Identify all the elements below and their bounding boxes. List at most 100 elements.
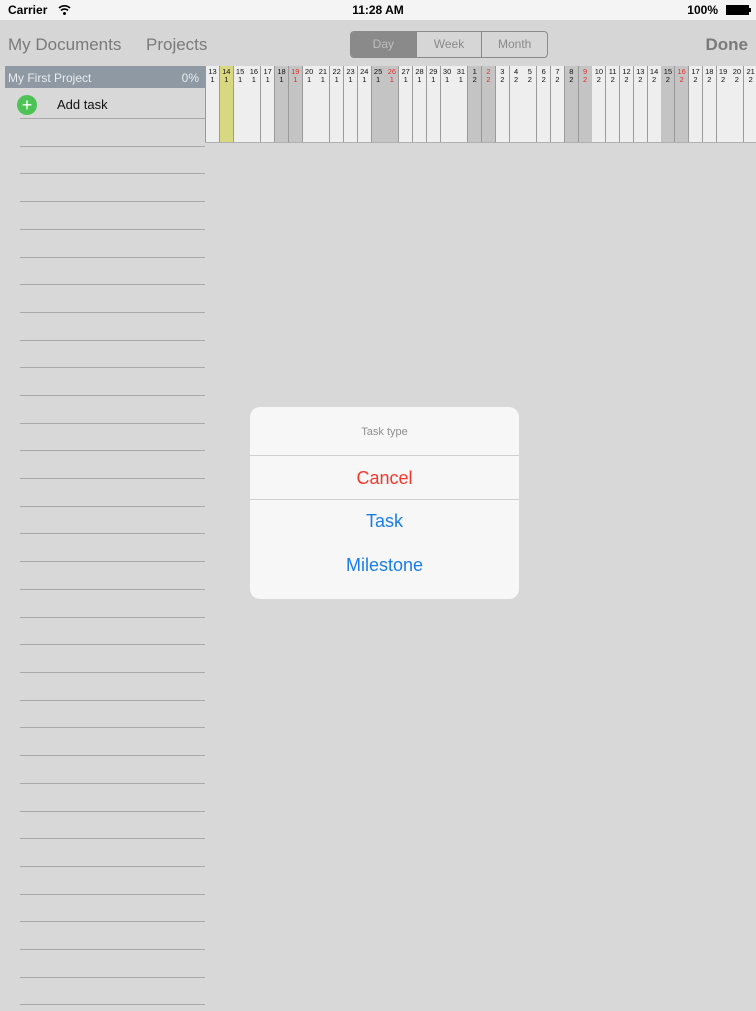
timeline-day-column: 32 — [494, 66, 509, 143]
timeline-month-number: 1 — [389, 75, 394, 84]
timeline-day-column: 16 1 — [246, 66, 261, 143]
timeline-day-column: 15 1 — [232, 66, 247, 143]
task-row-separator — [20, 506, 205, 507]
timeline-month-number: 2 — [624, 75, 629, 84]
timeline-month-number: 2 — [555, 75, 560, 84]
task-row-separator — [20, 700, 205, 701]
timeline-month-number: 2 — [707, 75, 712, 84]
timeline-month-number: 1 — [279, 75, 284, 84]
timeline-day-column: 11 2 — [605, 66, 620, 143]
task-row-separator — [20, 866, 205, 867]
project-progress: 0% — [181, 71, 199, 85]
timeline-day-column: 12 — [467, 66, 482, 143]
battery-icon — [726, 5, 751, 15]
timeline-month-number: 2 — [514, 75, 519, 84]
timeline-day-column: 92 — [577, 66, 592, 143]
timeline-month-number: 2 — [596, 75, 601, 84]
task-row-separator — [20, 811, 205, 812]
timeline-month-number: 1 — [376, 75, 381, 84]
add-task-label: Add task — [57, 97, 108, 112]
timeline-month-number: 2 — [486, 75, 491, 84]
action-sheet-title: Task type — [361, 426, 408, 438]
timeline-day-column: 24 1 — [356, 66, 371, 143]
timeline-month-number: 2 — [500, 75, 505, 84]
segment-month[interactable]: Month — [481, 32, 547, 57]
task-row-separator — [20, 229, 205, 230]
timeline-day-column: 12 2 — [619, 66, 633, 143]
timeline-month-number: 2 — [569, 75, 574, 84]
timeline-month-number: 2 — [679, 75, 684, 84]
timeline-divider — [205, 142, 756, 143]
timeline-month-number: 1 — [445, 75, 450, 84]
task-row-separator — [20, 783, 205, 784]
timeline-month-number: 2 — [472, 75, 477, 84]
timeline-day-column: 27 1 — [398, 66, 413, 143]
timeline-month-number: 1 — [265, 75, 270, 84]
timeline-day-column: 13 2 — [632, 66, 647, 143]
task-row-separator — [20, 727, 205, 728]
timeline-month-number: 1 — [251, 75, 256, 84]
task-row-separator — [20, 201, 205, 202]
timeline-day-column: 18 1 — [274, 66, 288, 143]
project-header[interactable]: My First Project 0% — [5, 66, 205, 88]
task-option-button[interactable]: Task — [250, 499, 519, 543]
task-row-separator — [20, 755, 205, 756]
timeline-day-column: 16 2 — [674, 66, 689, 143]
timeline-day-column: 15 2 — [660, 66, 675, 143]
timeline-month-number: 1 — [348, 75, 353, 84]
timeline-month-number: 2 — [652, 75, 657, 84]
task-row-separator — [20, 1004, 205, 1005]
task-row-separator — [20, 340, 205, 341]
task-row-separator — [20, 949, 205, 950]
task-row-separator — [20, 450, 205, 451]
timeline-day-column: 17 2 — [688, 66, 702, 143]
add-icon[interactable]: + — [17, 95, 37, 115]
task-row-separator — [20, 894, 205, 895]
task-type-action-sheet: Task type Cancel Task Milestone — [250, 407, 519, 599]
timeline-day-column: 62 — [536, 66, 551, 143]
timeline-month-number: 2 — [541, 75, 546, 84]
task-row-separator — [20, 118, 205, 119]
timeline-month-number: 2 — [734, 75, 739, 84]
timeline-day-column: 19 2 — [715, 66, 730, 143]
timeline-month-number: 1 — [417, 75, 422, 84]
project-name: My First Project — [8, 71, 92, 85]
timeline-month-number: 2 — [748, 75, 753, 84]
timeline-month-number: 1 — [458, 75, 463, 84]
task-row-separator — [20, 921, 205, 922]
timeline-month-number: 1 — [210, 75, 215, 84]
timeline-day-column: 29 1 — [425, 66, 440, 143]
milestone-option-button[interactable]: Milestone — [250, 543, 519, 587]
task-row-separator — [20, 367, 205, 368]
task-row-separator — [20, 146, 205, 147]
timeline-month-number: 1 — [320, 75, 325, 84]
segment-week[interactable]: Week — [415, 32, 482, 57]
segment-day[interactable]: Day — [351, 32, 416, 57]
timeline-day-column: 28 1 — [412, 66, 426, 143]
task-row-separator — [20, 312, 205, 313]
timeline-day-column: 72 — [550, 66, 564, 143]
timeline-month-number: 2 — [693, 75, 698, 84]
task-row-separator — [20, 672, 205, 673]
timeline-day-column: 23 1 — [343, 66, 357, 143]
done-button[interactable]: Done — [706, 35, 749, 55]
timeline-month-number: 2 — [527, 75, 532, 84]
timeline-month-number: 1 — [431, 75, 436, 84]
timeline-month-number: 1 — [403, 75, 408, 84]
task-row-separator — [20, 423, 205, 424]
add-task-row[interactable]: + Add task — [5, 88, 205, 116]
timeline-month-number: 1 — [334, 75, 339, 84]
task-row-separator — [20, 478, 205, 479]
task-row-separator — [20, 589, 205, 590]
projects-button[interactable]: Projects — [146, 35, 207, 55]
timeline-day-column: 82 — [563, 66, 578, 143]
my-documents-button[interactable]: My Documents — [8, 35, 121, 55]
timeline-day-column: 21 2 — [743, 66, 756, 143]
task-row-separator — [20, 644, 205, 645]
timeline-day-column: 19 1 — [287, 66, 302, 143]
task-row-separator — [20, 395, 205, 396]
cancel-button[interactable]: Cancel — [250, 456, 519, 500]
timeline-month-number: 1 — [307, 75, 312, 84]
battery-percent: 100% — [687, 3, 718, 17]
timeline-month-number: 2 — [721, 75, 726, 84]
